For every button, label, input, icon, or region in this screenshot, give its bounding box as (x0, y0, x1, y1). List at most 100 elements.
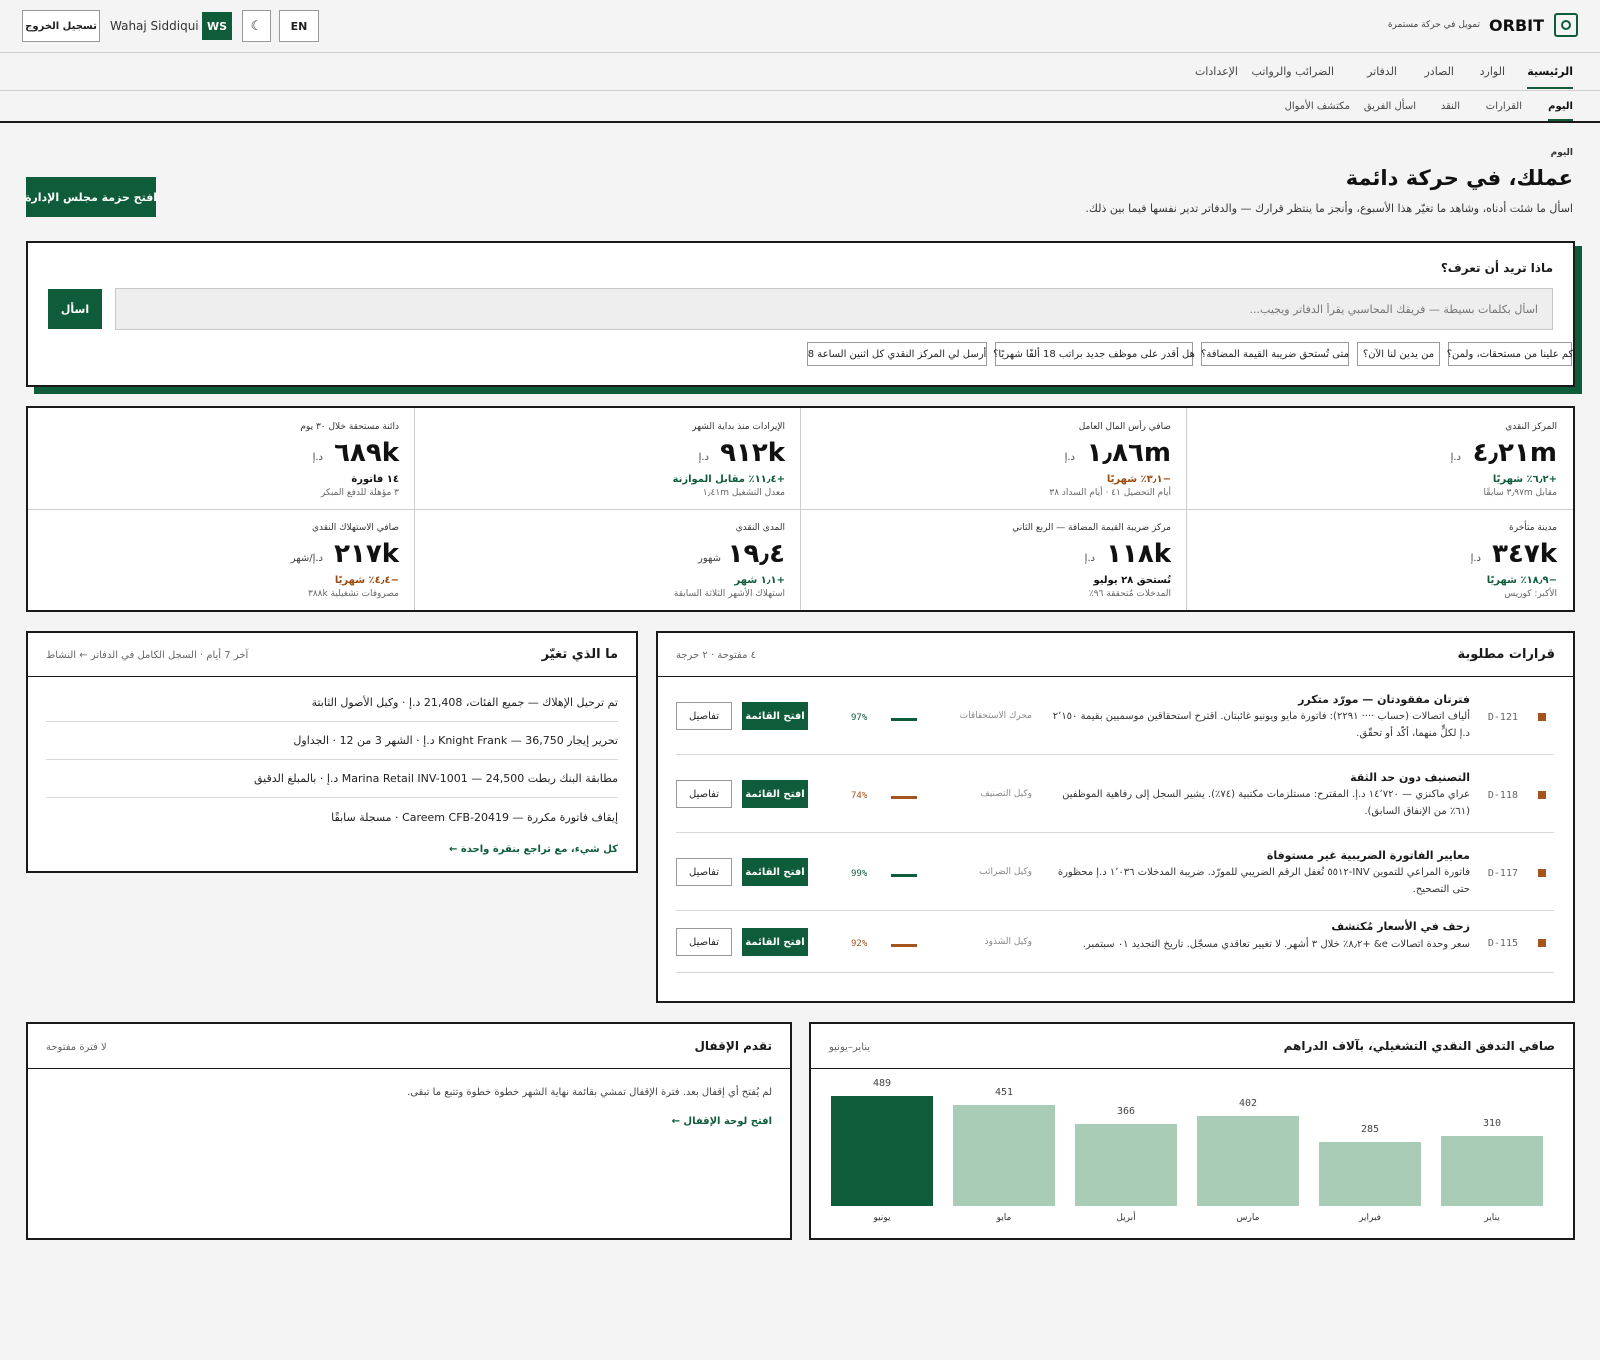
ask-input[interactable] (115, 288, 1553, 330)
confidence-bar (891, 874, 917, 877)
kpi-net-burn[interactable]: صافي الاستهلاك النقدي ٢١٧k د.إ/شهر −٤٫٤٪… (29, 509, 415, 610)
top-bar: ORBIT تمويل في حركة مستمرة EN ☾ WS Wahaj… (0, 0, 1600, 53)
changes-meta[interactable]: آخر 7 أيام · السجل الكامل في الدفاتر ← ا… (46, 650, 248, 661)
page-title: عملك، في حركة دائمة (1345, 166, 1573, 190)
kpi-overdue-receivables[interactable]: مدينة متأخرة ٣٤٧k د.إ −١٨٫٩٪ شهريًا الأك… (1187, 509, 1573, 610)
chart-category-label: يناير (1484, 1213, 1500, 1223)
chart-bar[interactable] (953, 1105, 1055, 1206)
priority-marker (1538, 939, 1546, 947)
logo-icon[interactable] (1554, 13, 1578, 37)
nav-books[interactable]: الدفاتر (1367, 65, 1397, 78)
chart-bar[interactable] (1319, 1142, 1421, 1206)
details-button[interactable]: تفاصيل (676, 702, 732, 730)
close-body: لم يُفتح أي إقفال بعد. فترة الإقفال تمشي… (407, 1087, 772, 1098)
subnav-money-finder[interactable]: مكتشف الأموال (1285, 101, 1350, 112)
confidence-bar (891, 944, 917, 947)
kpi-cash-position[interactable]: المركز النقدي ٤٫٢١m د.إ +٦٫٢٪ شهريًا مقا… (1187, 408, 1573, 509)
kpi-payables-30d[interactable]: دائنة مستحقة خلال ٣٠ يوم ٦٨٩k د.إ ١٤ فات… (29, 408, 415, 509)
suggestion-chip[interactable]: هل أقدر على موظف جديد براتب 18 ألفًا شهر… (993, 342, 1195, 366)
changes-title: ما الذي تغيّر (541, 647, 618, 662)
chart-bar-value: 366 (1116, 1106, 1136, 1117)
avatar[interactable]: WS (202, 12, 232, 40)
nav-tax-payroll[interactable]: الضرائب والرواتب (1252, 65, 1334, 78)
changes-panel: ما الذي تغيّر آخر 7 أيام · السجل الكامل … (26, 631, 638, 873)
suggestion-chip[interactable]: من يدين لنا الآن؟ (1357, 342, 1440, 366)
chart-bar-value: 489 (872, 1078, 892, 1089)
decision-row[interactable]: D-117 معايير الفاتورة الضريبية غير مستوف… (676, 833, 1554, 911)
user-name: Wahaj Siddiqui (110, 19, 199, 33)
chart-category-label: يونيو (873, 1213, 891, 1223)
hero-eyebrow: اليوم (1550, 148, 1573, 158)
nav-inbound[interactable]: الوارد (1480, 65, 1505, 78)
changes-link[interactable]: كل شيء، مع تراجع بنقرة واحدة ← (449, 844, 618, 855)
change-item[interactable]: تم ترحيل الإهلاك — جميع الفئات، 21,408 د… (46, 684, 618, 722)
open-queue-button[interactable]: افتح القائمة (742, 928, 808, 956)
open-queue-button[interactable]: افتح القائمة (742, 702, 808, 730)
chart-bar-value: 402 (1238, 1098, 1258, 1109)
chart-bar[interactable] (1075, 1124, 1177, 1206)
chart-bar[interactable] (1441, 1136, 1543, 1206)
kpi-vat-position[interactable]: مركز ضريبة القيمة المضافة — الربع الثاني… (801, 509, 1187, 610)
decisions-meta: ٤ مفتوحة · ٢ حرجة (676, 650, 757, 661)
kpi-cash-runway[interactable]: المدى النقدي ١٩٫٤ شهور +١٫١ شهر استهلاك … (415, 509, 801, 610)
cashflow-chart: 489 يونيو 451 مايو 366 أبريل 402 مارس 285 فبراير 3… (811, 1069, 1573, 1238)
confidence-bar (891, 718, 917, 721)
nav-settings[interactable]: الإعدادات (1195, 65, 1238, 78)
decision-row[interactable]: D-121 فترتان مفقودتان — مورّد متكرر أليا… (676, 677, 1554, 755)
language-toggle[interactable]: EN (279, 10, 319, 42)
close-title: تقدم الإقفال (694, 1039, 772, 1053)
open-queue-button[interactable]: افتح القائمة (742, 858, 808, 886)
theme-toggle[interactable]: ☾ (242, 10, 271, 42)
details-button[interactable]: تفاصيل (676, 858, 732, 886)
details-button[interactable]: تفاصيل (676, 928, 732, 956)
chart-category-label: أبريل (1116, 1213, 1136, 1223)
chart-bar-value: 310 (1482, 1118, 1502, 1129)
chart-category-label: مارس (1236, 1213, 1260, 1223)
decisions-title: قرارات مطلوبة (1457, 647, 1555, 662)
nav-home[interactable]: الرئيسية (1527, 65, 1573, 89)
ask-title: ماذا تريد أن تعرف؟ (1440, 261, 1553, 275)
suggestion-chip[interactable]: كم علينا من مستحقات، ولمن؟ (1447, 342, 1573, 366)
sub-nav: اليوم القرارات النقد اسأل الفريق مكتشف ا… (0, 91, 1600, 123)
cashflow-title: صافي التدفق النقدي التشغيلي، بآلاف الدرا… (1283, 1039, 1555, 1053)
board-pack-button[interactable]: افتح حزمة مجلس الإدارة (25, 177, 157, 217)
ask-button[interactable]: اسأل (48, 289, 102, 329)
kpi-working-capital[interactable]: صافي رأس المال العامل ١٫٨٦m د.إ −٣٫١٪ شه… (801, 408, 1187, 509)
cashflow-panel: صافي التدفق النقدي التشغيلي، بآلاف الدرا… (809, 1022, 1575, 1240)
open-queue-button[interactable]: افتح القائمة (742, 780, 808, 808)
suggestion-chip[interactable]: متى تُستحق ضريبة القيمة المضافة؟ (1201, 342, 1349, 366)
chart-bar[interactable] (1197, 1116, 1299, 1206)
priority-marker (1538, 791, 1546, 799)
confidence-bar (891, 796, 917, 799)
decision-row[interactable]: D-118 التصنيف دون حد الثقة عراي ماكنزي —… (676, 755, 1554, 833)
details-button[interactable]: تفاصيل (676, 780, 732, 808)
decision-row[interactable]: D-115 زحف في الأسعار مُكتشف سعر وحدة اتص… (676, 911, 1554, 973)
subnav-decisions[interactable]: القرارات (1486, 101, 1522, 112)
change-item[interactable]: إيقاف فاتورة مكررة — Careem CFB-20419 · … (46, 798, 618, 836)
close-meta: لا فترة مفتوحة (46, 1042, 107, 1053)
logo[interactable]: ORBIT (1489, 16, 1544, 35)
subnav-ask-team[interactable]: اسأل الفريق (1364, 101, 1416, 112)
page-subtitle: اسأل ما شئت أدناه، وشاهد ما تغيّر هذا ال… (1085, 202, 1573, 215)
cashflow-range: يناير–يونيو (829, 1042, 871, 1053)
subnav-today[interactable]: اليوم (1548, 101, 1573, 121)
chart-category-label: مايو (996, 1213, 1012, 1223)
priority-marker (1538, 869, 1546, 877)
kpi-revenue-mtd[interactable]: الإيرادات منذ بداية الشهر ٩١٢k د.إ +١١٫٤… (415, 408, 801, 509)
close-panel: تقدم الإقفال لا فترة مفتوحة لم يُفتح أي … (26, 1022, 792, 1240)
chart-bar-value: 451 (994, 1087, 1014, 1098)
chart-bar[interactable] (831, 1096, 933, 1206)
chart-bar-value: 285 (1360, 1124, 1380, 1135)
kpi-grid: المركز النقدي ٤٫٢١m د.إ +٦٫٢٪ شهريًا مقا… (26, 406, 1575, 612)
change-item[interactable]: تحرير إيجار Knight Frank — 36,750 د.إ · … (46, 722, 618, 760)
subnav-cash[interactable]: النقد (1441, 101, 1460, 112)
nav-outbound[interactable]: الصادر (1424, 65, 1454, 78)
priority-marker (1538, 713, 1546, 721)
suggestion-chip[interactable]: أرسل لي المركز النقدي كل اثنين الساعة 8 (807, 342, 987, 366)
close-board-link[interactable]: افتح لوحة الإقفال ← (672, 1116, 772, 1127)
change-item[interactable]: مطابقة البنك ربطت Marina Retail INV-1001… (46, 760, 618, 798)
main-nav: الرئيسية الوارد الصادر الدفاتر الضرائب و… (0, 53, 1600, 91)
logout-button[interactable]: تسجيل الخروج (22, 10, 100, 42)
decisions-panel: قرارات مطلوبة ٤ مفتوحة · ٢ حرجة D-121 فت… (656, 631, 1575, 1003)
tagline: تمويل في حركة مستمرة (1387, 20, 1480, 30)
